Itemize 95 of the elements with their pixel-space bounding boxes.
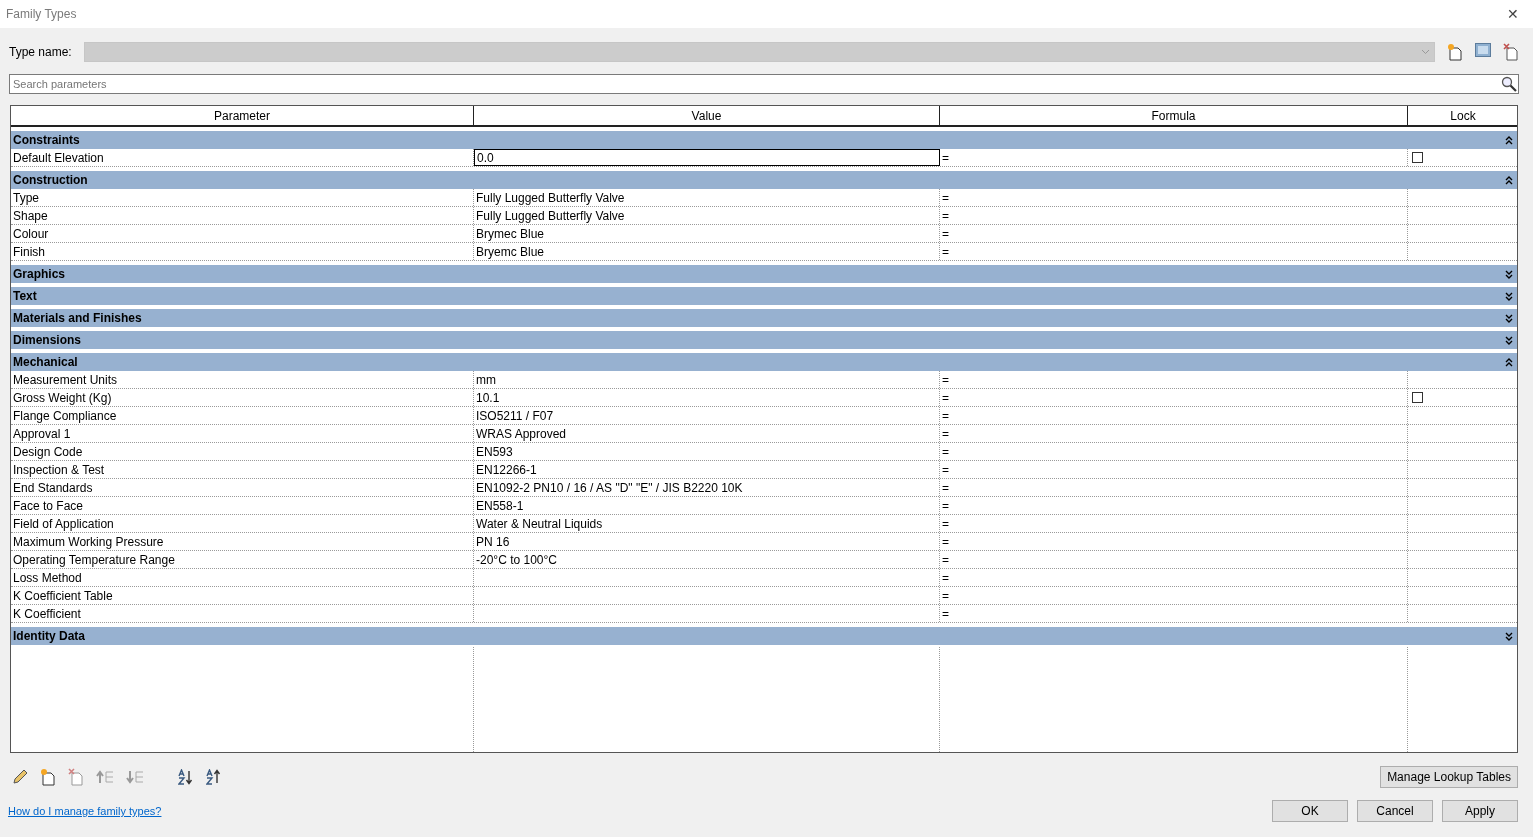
- parameter-cell: Maximum Working Pressure: [11, 533, 474, 550]
- formula-cell[interactable]: =: [940, 443, 1408, 460]
- group-header[interactable]: Materials and Finishes: [11, 309, 1517, 327]
- parameter-cell: Operating Temperature Range: [11, 551, 474, 568]
- delete-document-icon[interactable]: [1503, 43, 1519, 61]
- parameter-cell: Flange Compliance: [11, 407, 474, 424]
- formula-cell[interactable]: =: [940, 189, 1408, 206]
- search-icon[interactable]: [1501, 76, 1517, 92]
- value-cell[interactable]: mm: [474, 371, 940, 388]
- value-cell[interactable]: EN12266-1: [474, 461, 940, 478]
- formula-cell[interactable]: =: [940, 569, 1408, 586]
- expand-icon[interactable]: [1505, 269, 1513, 279]
- value-cell[interactable]: EN1092-2 PN10 / 16 / AS "D" "E" / JIS B2220 10K: [474, 479, 940, 496]
- formula-cell[interactable]: =: [940, 225, 1408, 242]
- parameter-cell: Measurement Units: [11, 371, 474, 388]
- new-document-icon[interactable]: [1447, 43, 1463, 61]
- parameter-cell: Gross Weight (Kg): [11, 389, 474, 406]
- apply-button[interactable]: Apply: [1442, 800, 1518, 822]
- parameter-cell: Approval 1: [11, 425, 474, 442]
- type-name-label: Type name:: [9, 45, 72, 59]
- window-title: Family Types: [6, 7, 77, 21]
- column-header[interactable]: Lock: [1408, 106, 1518, 125]
- formula-cell[interactable]: =: [940, 407, 1408, 424]
- value-cell[interactable]: EN593: [474, 443, 940, 460]
- parameter-cell: Shape: [11, 207, 474, 224]
- group-header[interactable]: Dimensions: [11, 331, 1517, 349]
- column-header[interactable]: Parameter: [11, 106, 474, 125]
- collapse-icon[interactable]: [1505, 357, 1513, 367]
- delete-parameter-icon[interactable]: [68, 768, 84, 786]
- value-cell[interactable]: ISO5211 / F07: [474, 407, 940, 424]
- expand-icon[interactable]: [1505, 313, 1513, 323]
- collapse-icon[interactable]: [1505, 175, 1513, 185]
- group-header[interactable]: Constraints: [11, 131, 1517, 149]
- ok-button[interactable]: OK: [1272, 800, 1348, 822]
- value-cell[interactable]: Bryemc Blue: [474, 243, 940, 260]
- dropdown-caret-icon: [1421, 49, 1430, 55]
- expand-icon[interactable]: [1505, 335, 1513, 345]
- parameter-cell: Field of Application: [11, 515, 474, 532]
- formula-cell[interactable]: =: [940, 605, 1408, 622]
- parameter-cell: Design Code: [11, 443, 474, 460]
- new-parameter-icon[interactable]: [40, 768, 56, 786]
- parameter-cell: Inspection & Test: [11, 461, 474, 478]
- value-cell[interactable]: Water & Neutral Liquids: [474, 515, 940, 532]
- search-field[interactable]: Search parameters: [9, 74, 1519, 94]
- parameter-cell: Face to Face: [11, 497, 474, 514]
- parameter-cell: Default Elevation: [11, 149, 474, 166]
- formula-cell[interactable]: =: [940, 497, 1408, 514]
- collapse-icon[interactable]: [1505, 135, 1513, 145]
- parameter-cell: Colour: [11, 225, 474, 242]
- value-cell[interactable]: Brymec Blue: [474, 225, 940, 242]
- sort-ascending-icon[interactable]: [178, 769, 194, 785]
- rename-icon[interactable]: [1475, 43, 1491, 57]
- parameter-cell: Type: [11, 189, 474, 206]
- formula-cell[interactable]: =: [940, 533, 1408, 550]
- manage-lookup-tables-button[interactable]: Manage Lookup Tables: [1380, 766, 1518, 788]
- formula-cell[interactable]: =: [940, 587, 1408, 604]
- formula-cell[interactable]: =: [940, 389, 1408, 406]
- parameter-cell: Finish: [11, 243, 474, 260]
- value-cell[interactable]: PN 16: [474, 533, 940, 550]
- value-cell[interactable]: EN558-1: [474, 497, 940, 514]
- value-cell[interactable]: -20°C to 100°C: [474, 551, 940, 568]
- formula-cell[interactable]: =: [940, 207, 1408, 224]
- value-cell[interactable]: 0.0: [474, 149, 940, 166]
- value-cell[interactable]: Fully Lugged Butterfly Valve: [474, 189, 940, 206]
- parameter-cell: K Coefficient Table: [11, 587, 474, 604]
- cancel-button[interactable]: Cancel: [1357, 800, 1433, 822]
- value-cell[interactable]: 10.1: [474, 389, 940, 406]
- expand-icon[interactable]: [1505, 631, 1513, 641]
- help-link[interactable]: How do I manage family types?: [8, 805, 162, 817]
- lock-checkbox[interactable]: [1412, 152, 1423, 163]
- formula-cell[interactable]: =: [940, 425, 1408, 442]
- column-header[interactable]: Formula: [940, 106, 1408, 125]
- formula-cell[interactable]: =: [940, 149, 1408, 166]
- close-button[interactable]: ✕: [1501, 4, 1525, 24]
- column-header[interactable]: Value: [474, 106, 940, 125]
- formula-cell[interactable]: =: [940, 515, 1408, 532]
- group-header[interactable]: Graphics: [11, 265, 1517, 283]
- pencil-icon[interactable]: [12, 769, 28, 785]
- group-header[interactable]: Construction: [11, 171, 1517, 189]
- formula-cell[interactable]: =: [940, 479, 1408, 496]
- group-header[interactable]: Identity Data: [11, 627, 1517, 645]
- value-cell[interactable]: Fully Lugged Butterfly Valve: [474, 207, 940, 224]
- group-header[interactable]: Mechanical: [11, 353, 1517, 371]
- group-header[interactable]: Text: [11, 287, 1517, 305]
- sort-descending-icon[interactable]: [206, 769, 222, 785]
- lock-checkbox[interactable]: [1412, 392, 1423, 403]
- value-cell[interactable]: WRAS Approved: [474, 425, 940, 442]
- parameter-cell: End Standards: [11, 479, 474, 496]
- formula-cell[interactable]: =: [940, 371, 1408, 388]
- parameter-cell: Loss Method: [11, 569, 474, 586]
- parameter-cell: K Coefficient: [11, 605, 474, 622]
- formula-cell[interactable]: =: [940, 461, 1408, 478]
- formula-cell[interactable]: =: [940, 551, 1408, 568]
- expand-icon[interactable]: [1505, 291, 1513, 301]
- formula-cell[interactable]: =: [940, 243, 1408, 260]
